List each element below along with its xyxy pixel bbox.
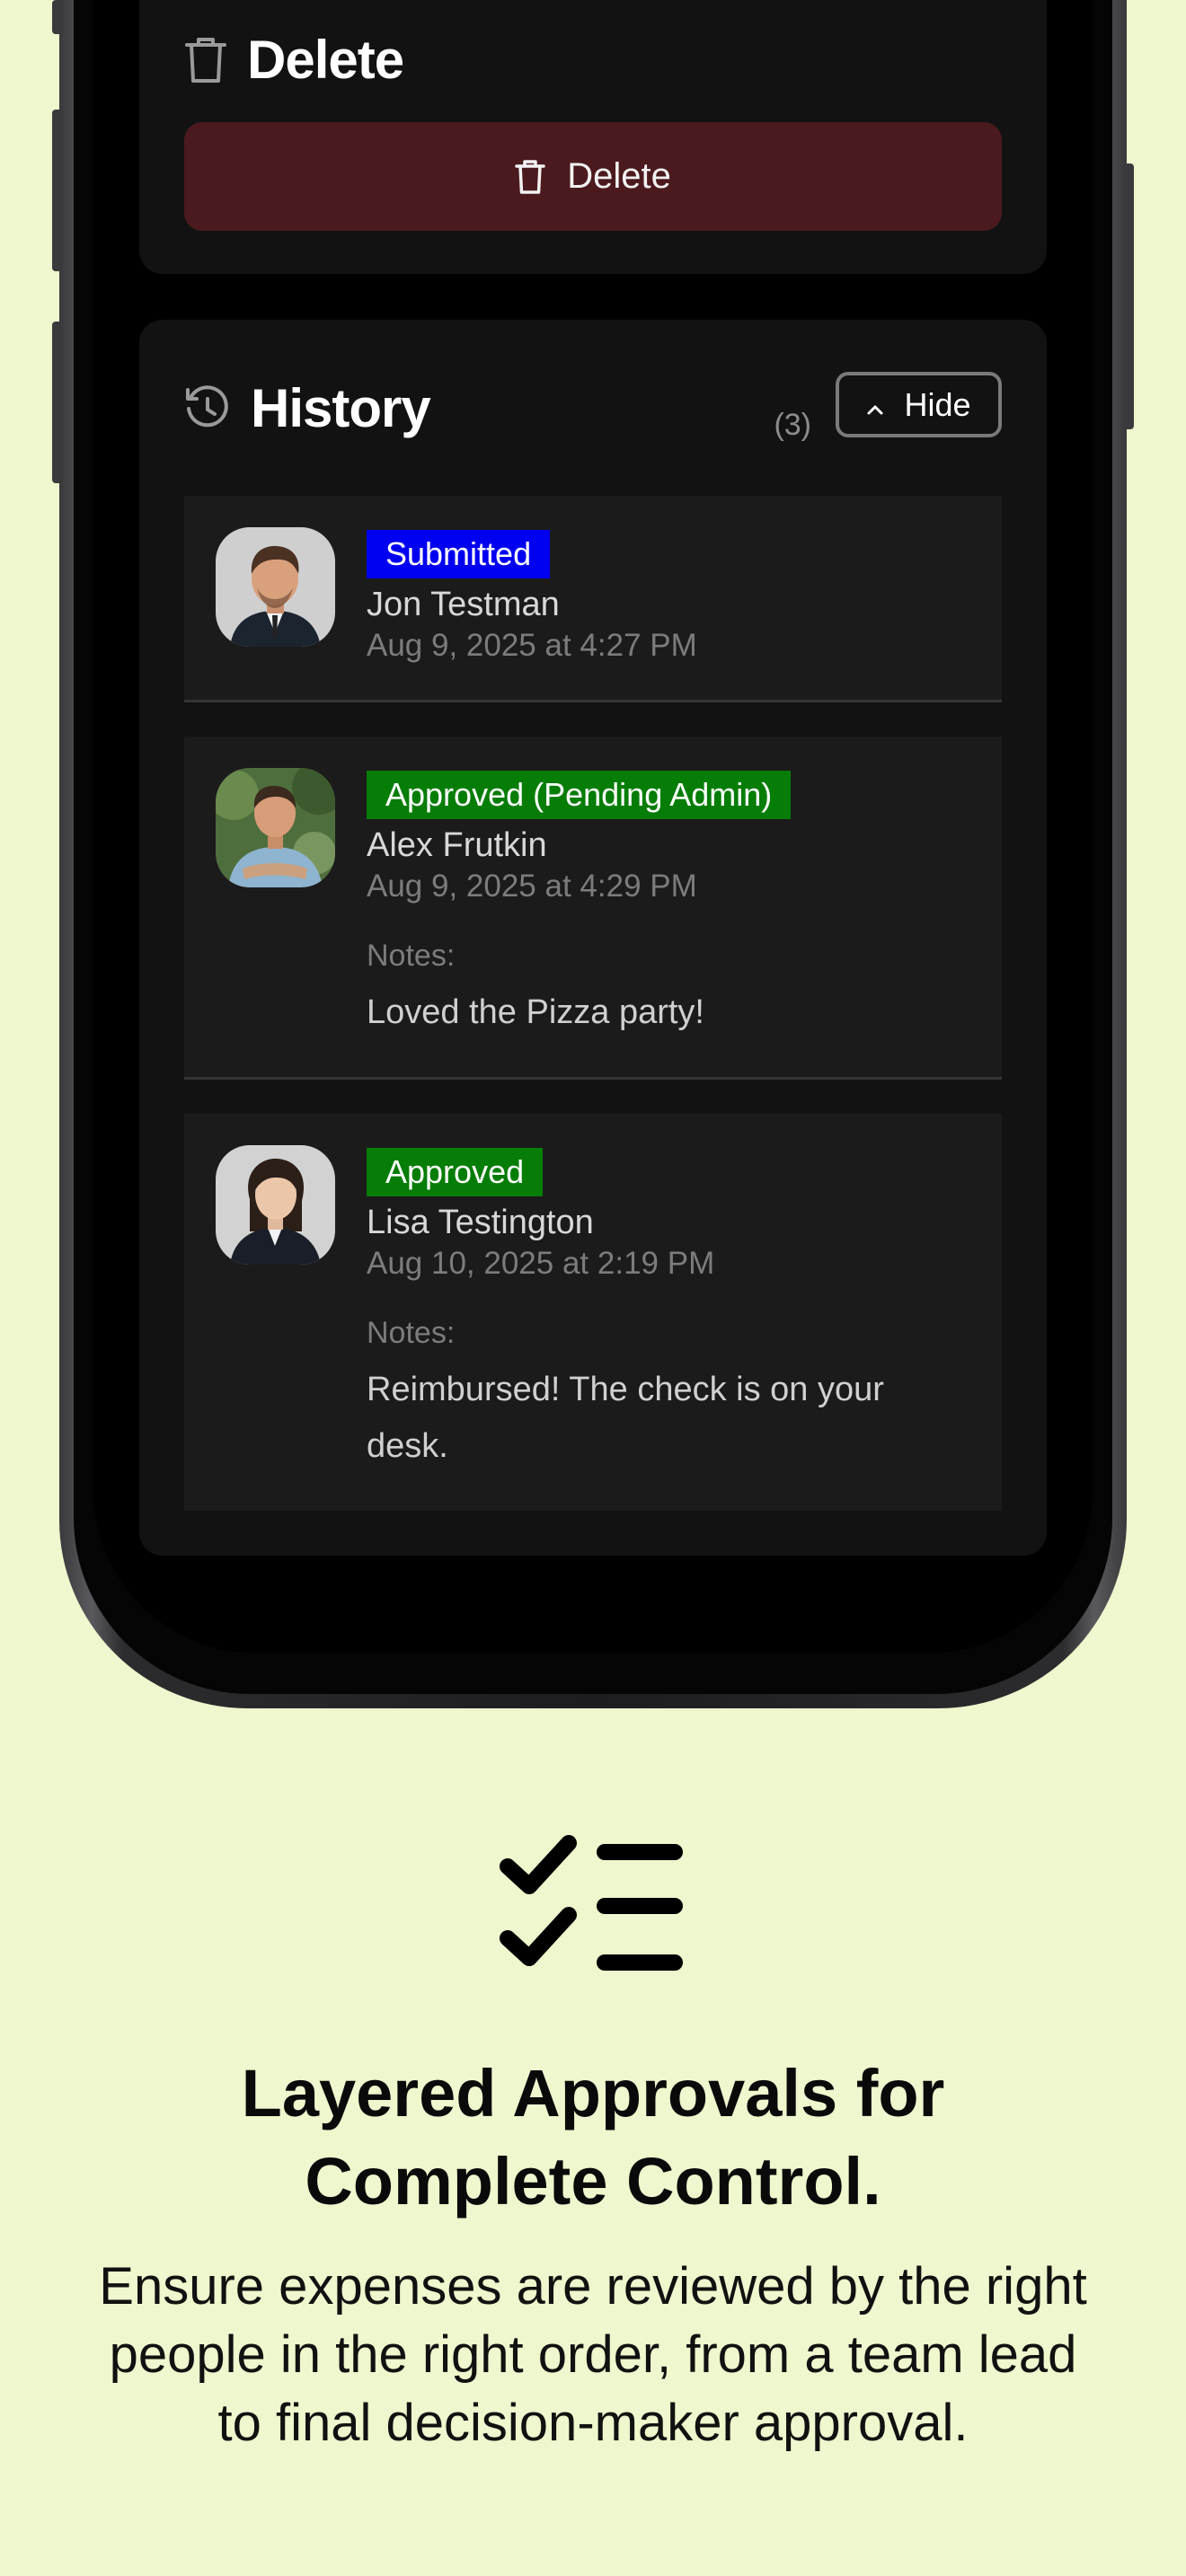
entry-divider xyxy=(184,700,1002,702)
marketing-headline: Layered Approvals for Complete Control. xyxy=(0,2050,1186,2226)
headline-line: Layered Approvals for xyxy=(241,2056,945,2130)
history-card-header: History xyxy=(184,377,431,439)
history-icon xyxy=(184,384,231,432)
phone-side-button xyxy=(52,0,63,34)
entry-timestamp: Aug 10, 2025 at 2:19 PM xyxy=(367,1246,715,1281)
headline-line: Complete Control. xyxy=(305,2144,881,2219)
delete-card-header: Delete xyxy=(184,29,404,91)
hide-history-button[interactable]: Hide xyxy=(836,372,1002,437)
marketing-body: Ensure expenses are reviewed by the righ… xyxy=(18,2253,1168,2457)
entry-notes-label: Notes: xyxy=(367,1316,456,1350)
entry-timestamp: Aug 9, 2025 at 4:29 PM xyxy=(367,869,697,904)
trash-icon xyxy=(184,35,227,85)
app-screen: Delete Delete History (3) Hide Submitted… xyxy=(93,0,1093,1653)
delete-button-label: Delete xyxy=(567,156,671,196)
avatar xyxy=(216,1145,335,1265)
history-entry: Approved (Pending Admin) Alex Frutkin Au… xyxy=(184,737,1002,1080)
history-entry: Submitted Jon Testman Aug 9, 2025 at 4:2… xyxy=(184,496,1002,702)
trash-icon xyxy=(515,159,545,195)
entry-divider xyxy=(184,1077,1002,1080)
history-card: History (3) Hide Submitted Jon Testman A… xyxy=(139,320,1047,1556)
delete-card-title: Delete xyxy=(247,30,404,90)
body-line: people in the right order, from a team l… xyxy=(109,2325,1077,2384)
avatar xyxy=(216,527,335,647)
status-badge: Submitted xyxy=(367,530,551,578)
history-card-title: History xyxy=(251,378,431,438)
entry-timestamp: Aug 9, 2025 at 4:27 PM xyxy=(367,628,697,663)
status-badge: Approved (Pending Admin) xyxy=(367,771,792,819)
body-line: Ensure expenses are reviewed by the righ… xyxy=(99,2257,1087,2316)
delete-button[interactable]: Delete xyxy=(184,122,1002,231)
status-badge: Approved xyxy=(367,1148,544,1196)
entry-person-name: Alex Frutkin xyxy=(367,826,547,864)
history-entry-content: Submitted Jon Testman Aug 9, 2025 at 4:2… xyxy=(367,530,975,666)
hide-button-label: Hide xyxy=(904,385,971,423)
history-entry: Approved Lisa Testington Aug 10, 2025 at… xyxy=(184,1114,1002,1511)
entry-notes-label: Notes: xyxy=(367,939,456,973)
checklist-icon xyxy=(499,1832,687,1985)
history-count: (3) xyxy=(774,408,811,442)
entry-notes-text: Reimbursed! The check is on your desk. xyxy=(367,1371,884,1465)
entry-person-name: Jon Testman xyxy=(367,586,560,623)
chevron-up-icon xyxy=(866,386,884,424)
entry-person-name: Lisa Testington xyxy=(367,1204,594,1241)
entry-notes-text: Loved the Pizza party! xyxy=(367,993,704,1031)
body-line: to final decision-maker approval. xyxy=(217,2394,969,2452)
history-entry-content: Approved (Pending Admin) Alex Frutkin Au… xyxy=(367,771,975,1041)
history-entry-content: Approved Lisa Testington Aug 10, 2025 at… xyxy=(367,1148,975,1475)
phone-power-button xyxy=(1123,163,1134,429)
avatar xyxy=(216,768,335,887)
phone-volume-down-button xyxy=(52,322,63,483)
delete-card: Delete Delete xyxy=(139,0,1047,274)
phone-volume-up-button xyxy=(52,110,63,271)
